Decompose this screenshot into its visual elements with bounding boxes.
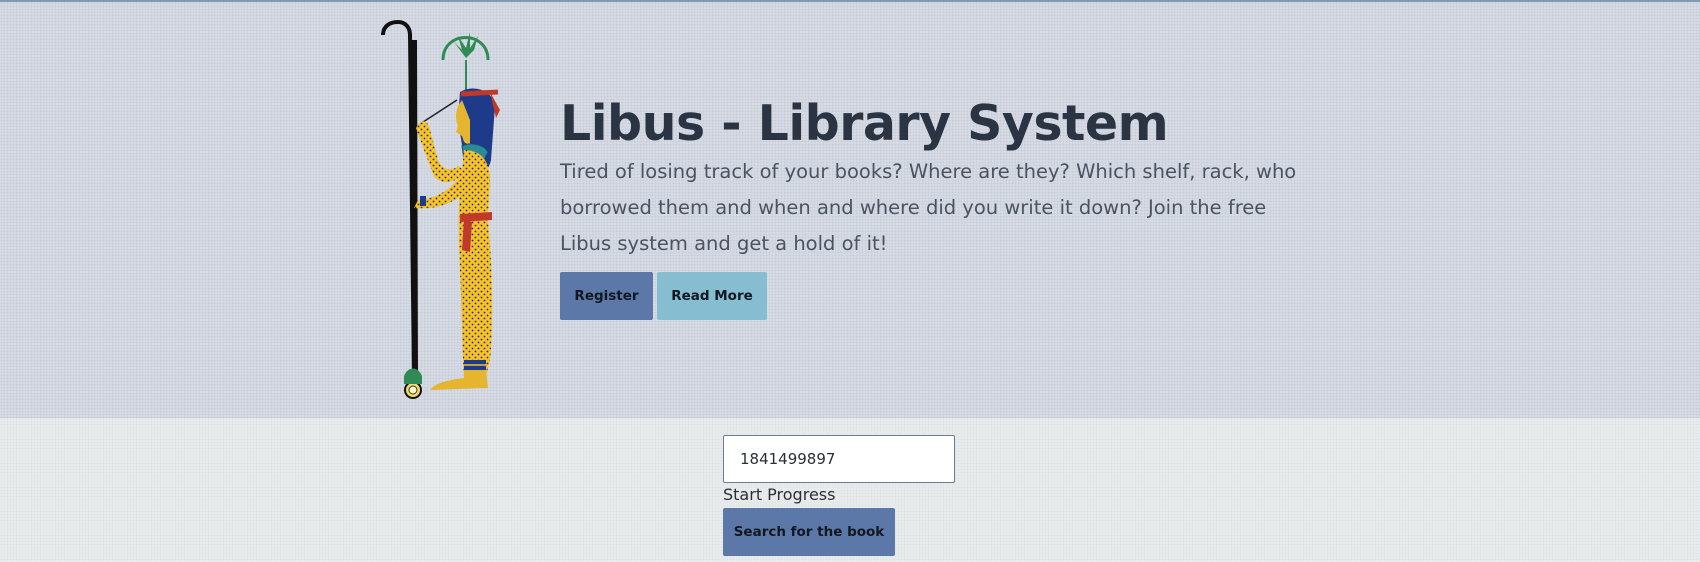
hero-button-row: Register Read More bbox=[560, 272, 767, 320]
hero-description: Tired of losing track of your books? Whe… bbox=[560, 160, 1297, 255]
book-search-form bbox=[723, 435, 955, 483]
page-title: Libus - Library System bbox=[560, 95, 1169, 152]
isbn-search-input[interactable] bbox=[723, 435, 955, 483]
hero-section: Libus - Library System Tired of losing t… bbox=[0, 2, 1700, 418]
register-button[interactable]: Register bbox=[560, 272, 653, 320]
hero-text-block: Libus - Library System Tired of losing t… bbox=[560, 94, 1320, 262]
search-book-button[interactable]: Search for the book bbox=[723, 508, 895, 556]
read-more-button[interactable]: Read More bbox=[657, 272, 767, 320]
start-progress-label: Start Progress bbox=[723, 485, 836, 504]
egyptian-goddess-illustration bbox=[378, 19, 538, 406]
